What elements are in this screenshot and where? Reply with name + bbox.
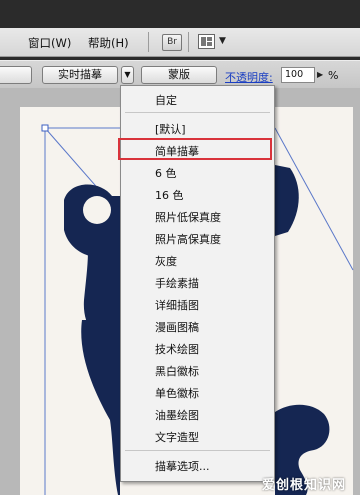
menu-item-bw-logo[interactable]: 黑白徽标 xyxy=(155,363,199,379)
menu-item-technical-drawing[interactable]: 技术绘图 xyxy=(155,341,199,357)
menu-item-mono-logo[interactable]: 单色徽标 xyxy=(155,385,199,401)
menu-item-trace-options[interactable]: 描摹选项... xyxy=(155,458,210,474)
menu-item-ink-drawing[interactable]: 油墨绘图 xyxy=(155,407,199,423)
menu-item-photo-low-fidelity[interactable]: 照片低保真度 xyxy=(155,209,221,225)
menu-item-photo-high-fidelity[interactable]: 照片高保真度 xyxy=(155,231,221,247)
selection-handle xyxy=(41,124,49,132)
menu-item-16-colors[interactable]: 16 色 xyxy=(155,187,184,203)
menu-item-comic-art[interactable]: 漫画图稿 xyxy=(155,319,199,335)
menu-item-6-colors[interactable]: 6 色 xyxy=(155,165,177,181)
menu-item-detailed-illustration[interactable]: 详细插图 xyxy=(155,297,199,313)
menu-item-grayscale[interactable]: 灰度 xyxy=(155,253,177,269)
menu-item-type-shapes[interactable]: 文字造型 xyxy=(155,429,199,445)
menu-item-custom[interactable]: 自定 xyxy=(155,92,177,108)
menu-divider xyxy=(125,112,270,113)
menu-item-hand-sketch[interactable]: 手绘素描 xyxy=(155,275,199,291)
highlight-annotation-box xyxy=(118,138,272,160)
menu-item-default[interactable]: [默认] xyxy=(155,121,186,137)
menu-divider xyxy=(125,450,270,451)
watermark-text: 爱创根知识网 xyxy=(262,478,347,493)
